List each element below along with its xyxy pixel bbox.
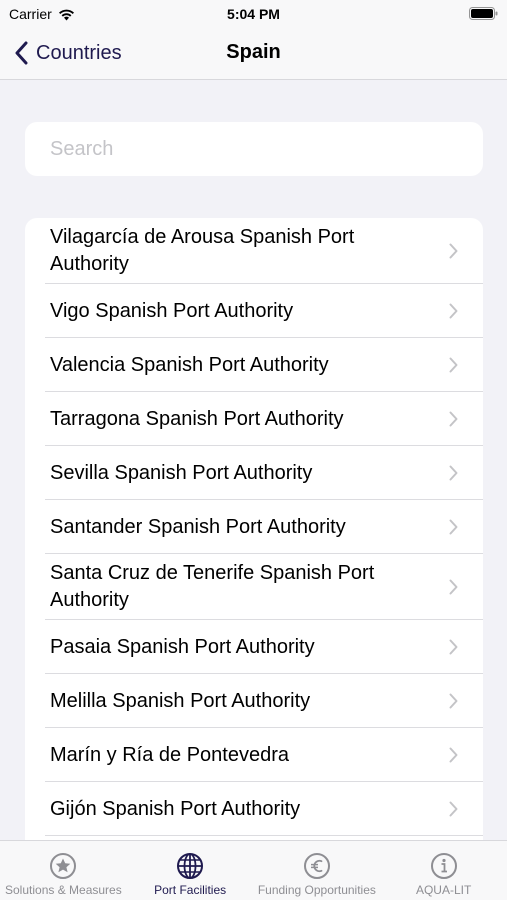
list-item[interactable]: Vigo Spanish Port Authority — [25, 284, 483, 338]
chevron-right-icon — [449, 639, 458, 655]
chevron-right-icon — [449, 303, 458, 319]
chevron-right-icon — [449, 519, 458, 535]
list-item-label: Santa Cruz de Tenerife Spanish Port Auth… — [50, 562, 375, 611]
list-item-label: Sevilla Spanish Port Authority — [50, 461, 313, 484]
chevron-right-icon — [449, 465, 458, 481]
chevron-right-icon — [449, 801, 458, 817]
chevron-right-icon — [449, 693, 458, 709]
list-item-label: Marín y Ría de Pontevedra — [50, 743, 290, 766]
tab-label: Port Facilities — [154, 883, 227, 897]
list-item-label: Pasaia Spanish Port Authority — [50, 635, 315, 658]
list-item[interactable]: Gijón Spanish Port Authority — [25, 782, 483, 836]
list-item[interactable]: Valencia Spanish Port Authority — [25, 338, 483, 392]
chevron-right-icon — [449, 411, 458, 427]
navigation-bar: Countries Spain — [0, 28, 507, 80]
list-item[interactable]: Pasaia Spanish Port Authority — [25, 620, 483, 674]
list-item-label: Vigo Spanish Port Authority — [50, 299, 294, 322]
search-box — [25, 122, 483, 176]
tab-aqua-lit[interactable]: AQUA-LIT — [380, 841, 507, 900]
list-item-label: Santander Spanish Port Authority — [50, 515, 346, 538]
status-time: 5:04 PM — [227, 6, 280, 22]
list-item-label: Tarragona Spanish Port Authority — [50, 407, 344, 430]
list-item-label: Melilla Spanish Port Authority — [50, 689, 311, 712]
search-input[interactable] — [25, 122, 483, 176]
list-item[interactable]: Vilagarcía de Arousa Spanish Port Author… — [25, 218, 483, 284]
tab-funding-opportunities[interactable]: Funding Opportunities — [254, 841, 381, 900]
tab-label: Funding Opportunities — [257, 883, 376, 897]
status-bar: Carrier 5:04 PM — [0, 0, 507, 28]
chevron-right-icon — [449, 357, 458, 373]
euro-circle-icon — [303, 853, 330, 879]
list-item-label: Vilagarcía de Arousa Spanish Port Author… — [50, 226, 355, 275]
info-circle-icon — [430, 853, 457, 879]
list-item[interactable]: Sevilla Spanish Port Authority — [25, 446, 483, 500]
star-circle-icon — [50, 853, 77, 879]
globe-icon — [177, 853, 204, 879]
list-item[interactable]: Tarragona Spanish Port Authority — [25, 392, 483, 446]
list-item[interactable]: Melilla Spanish Port Authority — [25, 674, 483, 728]
chevron-right-icon — [449, 579, 458, 595]
list-item[interactable]: Marín y Ría de Pontevedra — [25, 728, 483, 782]
tab-port-facilities[interactable]: Port Facilities — [127, 841, 254, 900]
list-item-label: Valencia Spanish Port Authority — [50, 353, 329, 376]
tab-bar: Solutions & Measures Port Facilities Fun… — [0, 840, 507, 900]
chevron-right-icon — [449, 747, 458, 763]
tab-label: Solutions & Measures — [5, 883, 122, 897]
port-authority-list: Vilagarcía de Arousa Spanish Port Author… — [25, 218, 483, 858]
list-item-label: Gijón Spanish Port Authority — [50, 797, 301, 820]
tab-label: AQUA-LIT — [415, 883, 472, 897]
chevron-right-icon — [449, 243, 458, 259]
tab-solutions-measures[interactable]: Solutions & Measures — [0, 841, 127, 900]
list-item[interactable]: Santander Spanish Port Authority — [25, 500, 483, 554]
battery-icon — [469, 7, 498, 20]
page-title: Spain — [226, 41, 281, 63]
list-item[interactable]: Santa Cruz de Tenerife Spanish Port Auth… — [25, 554, 483, 620]
